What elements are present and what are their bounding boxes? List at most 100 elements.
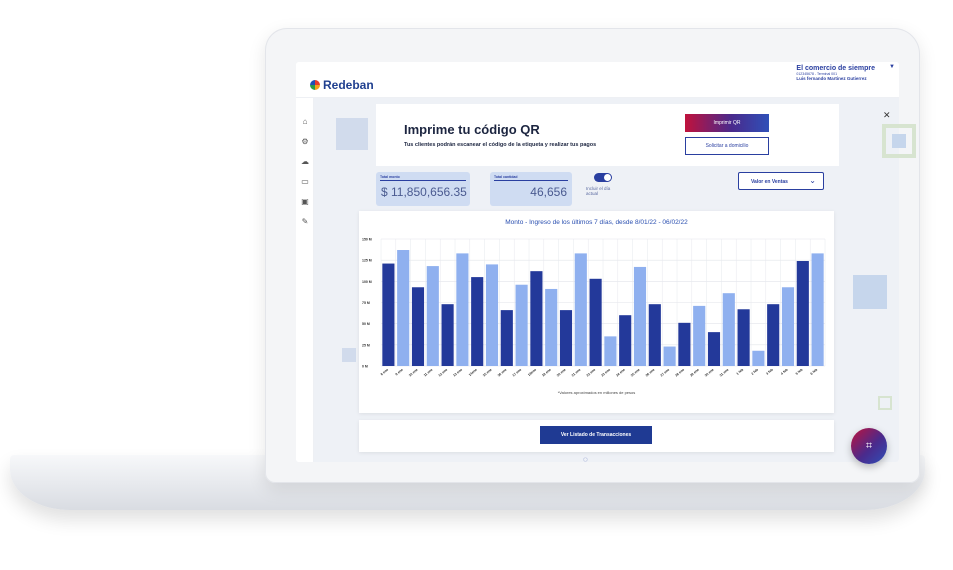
x-tick-label: 11 ene: [423, 368, 434, 378]
chart-bar[interactable]: [500, 310, 513, 366]
chart-bar[interactable]: [619, 315, 632, 366]
y-tick-label: 75 M: [362, 301, 370, 305]
chart-bar[interactable]: [737, 309, 750, 366]
x-tick-label: 27 ene: [660, 368, 671, 378]
x-tick-label: 20 ene: [556, 368, 567, 378]
include-today-label: Incluir el día actual: [586, 186, 611, 196]
decor-square: [342, 348, 356, 362]
x-tick-label: 25 ene: [630, 368, 641, 378]
qr-scan-icon: ⌗: [865, 440, 873, 452]
chart-bar[interactable]: [648, 304, 661, 366]
merchant-menu[interactable]: El comercio de siempre 012345678 - Termi…: [796, 65, 875, 81]
chart-bar[interactable]: [411, 287, 425, 366]
x-tick-label: 29 ene: [689, 368, 700, 378]
chart-bar[interactable]: [426, 266, 439, 366]
y-tick-label: 0 M: [362, 365, 368, 369]
x-tick-label: 8 ene: [380, 368, 389, 377]
divider: [494, 180, 568, 181]
chart-bar[interactable]: [515, 284, 528, 366]
chart-bar[interactable]: [604, 336, 617, 366]
chart-bar[interactable]: [663, 346, 676, 366]
x-tick-label: 19 ene: [541, 368, 552, 378]
include-today-toggle[interactable]: [594, 173, 612, 182]
chat-icon[interactable]: ◌: [583, 456, 593, 464]
chevron-down-icon: ⌄: [809, 176, 816, 185]
chart-bar[interactable]: [456, 253, 469, 366]
x-tick-label: 2 feb: [750, 368, 759, 376]
x-tick-label: 14ene: [468, 368, 478, 377]
x-tick-label: 26 ene: [645, 368, 656, 378]
chart-note: *Valores aproximados en millones de peso…: [557, 390, 636, 395]
card-icon[interactable]: ▭: [299, 176, 311, 188]
total-amount-label: Total monto: [380, 175, 400, 179]
chart-bar[interactable]: [633, 266, 647, 366]
x-tick-label: 30 ene: [704, 368, 715, 378]
home-icon[interactable]: ⌂: [299, 116, 311, 128]
x-tick-label: 24 ene: [615, 368, 626, 378]
chart-bar[interactable]: [767, 304, 780, 366]
logo-text: Redeban: [323, 78, 374, 92]
chart-bar[interactable]: [781, 287, 795, 366]
gear-icon[interactable]: ⚙: [299, 136, 311, 148]
sidebar: ⌂ ⚙ ☁ ▭ ▣ ✎: [296, 98, 314, 462]
bar-chart: 0 M 25 M 50 M 75 M 100 M 125 M 150 M 8 ene 9 ene…: [362, 238, 826, 378]
request-delivery-button[interactable]: Solicitar a domicilio: [685, 137, 769, 155]
redeban-logo-icon: [310, 80, 320, 90]
x-tick-label: 9 ene: [395, 368, 404, 377]
qr-banner: Imprime tu código QR Tus clientes podrán…: [376, 104, 891, 166]
chart-bar[interactable]: [382, 263, 395, 366]
view-transactions-button[interactable]: Ver Listado de Transacciones: [540, 426, 652, 444]
x-tick-label: 16 ene: [497, 368, 508, 378]
chart-bar[interactable]: [574, 253, 587, 366]
y-tick-label: 25 M: [362, 343, 370, 347]
logo[interactable]: Redeban: [310, 78, 374, 92]
chart-bar[interactable]: [707, 332, 721, 366]
x-tick-label: 5 feb: [795, 368, 804, 376]
total-amount-card: Total monto $ 11,850,656.35: [376, 172, 470, 206]
decor-square: [853, 275, 887, 309]
chevron-down-icon[interactable]: ▼: [889, 64, 895, 70]
y-tick-label: 125 M: [362, 259, 372, 263]
id-icon[interactable]: ▣: [299, 196, 311, 208]
main-content: Imprime tu código QR Tus clientes podrán…: [314, 98, 899, 462]
x-tick-label: 31 ene: [719, 368, 730, 378]
chart-bar[interactable]: [485, 264, 499, 366]
qr-scan-button[interactable]: ⌗: [851, 428, 887, 464]
top-bar: Redeban El comercio de siempre 012345678…: [296, 62, 899, 98]
x-tick-label: 12 ene: [438, 368, 449, 378]
chart-card: Monto - Ingreso de los últimos 7 días, d…: [359, 211, 834, 413]
close-icon[interactable]: ✕: [883, 110, 891, 121]
total-count-card: Total cantidad 46,656: [490, 172, 572, 206]
chart-bar[interactable]: [796, 261, 809, 366]
print-qr-button[interactable]: Imprimir QR: [685, 114, 769, 132]
y-tick-label: 150 M: [362, 238, 372, 242]
chart-bar[interactable]: [530, 271, 543, 366]
qr-subtitle: Tus clientes podrán escanear el código d…: [404, 142, 597, 148]
x-tick-label: 1 feb: [736, 368, 745, 376]
chart-bar[interactable]: [545, 288, 558, 366]
laptop-screen: Redeban El comercio de siempre 012345678…: [296, 62, 899, 462]
x-tick-label: 22 ene: [586, 368, 597, 378]
chart-bar[interactable]: [441, 304, 454, 366]
decor-frame: [878, 396, 892, 410]
tools-icon[interactable]: ✎: [299, 216, 311, 228]
metric-select-value: Valor en Ventas: [751, 179, 788, 185]
metric-select[interactable]: Valor en Ventas ⌄: [738, 172, 824, 190]
chart-bar[interactable]: [693, 305, 706, 366]
x-tick-label: 3 feb: [765, 368, 774, 376]
x-tick-label: 17 ene: [512, 368, 523, 378]
total-count-label: Total cantidad: [494, 175, 518, 179]
chart-bar[interactable]: [589, 278, 602, 366]
chart-bar[interactable]: [811, 253, 824, 366]
divider: [380, 180, 466, 181]
cloud-icon[interactable]: ☁: [299, 156, 311, 168]
chart-bar[interactable]: [722, 293, 735, 366]
x-tick-label: 21 ene: [571, 368, 582, 378]
chart-bar[interactable]: [397, 250, 410, 366]
chart-bar[interactable]: [752, 350, 765, 366]
chart-bar[interactable]: [559, 310, 573, 366]
total-amount-value: $ 11,850,656.35: [381, 185, 467, 199]
x-tick-label: 15 ene: [482, 368, 493, 378]
chart-bar[interactable]: [471, 277, 484, 366]
chart-bar[interactable]: [678, 322, 691, 366]
